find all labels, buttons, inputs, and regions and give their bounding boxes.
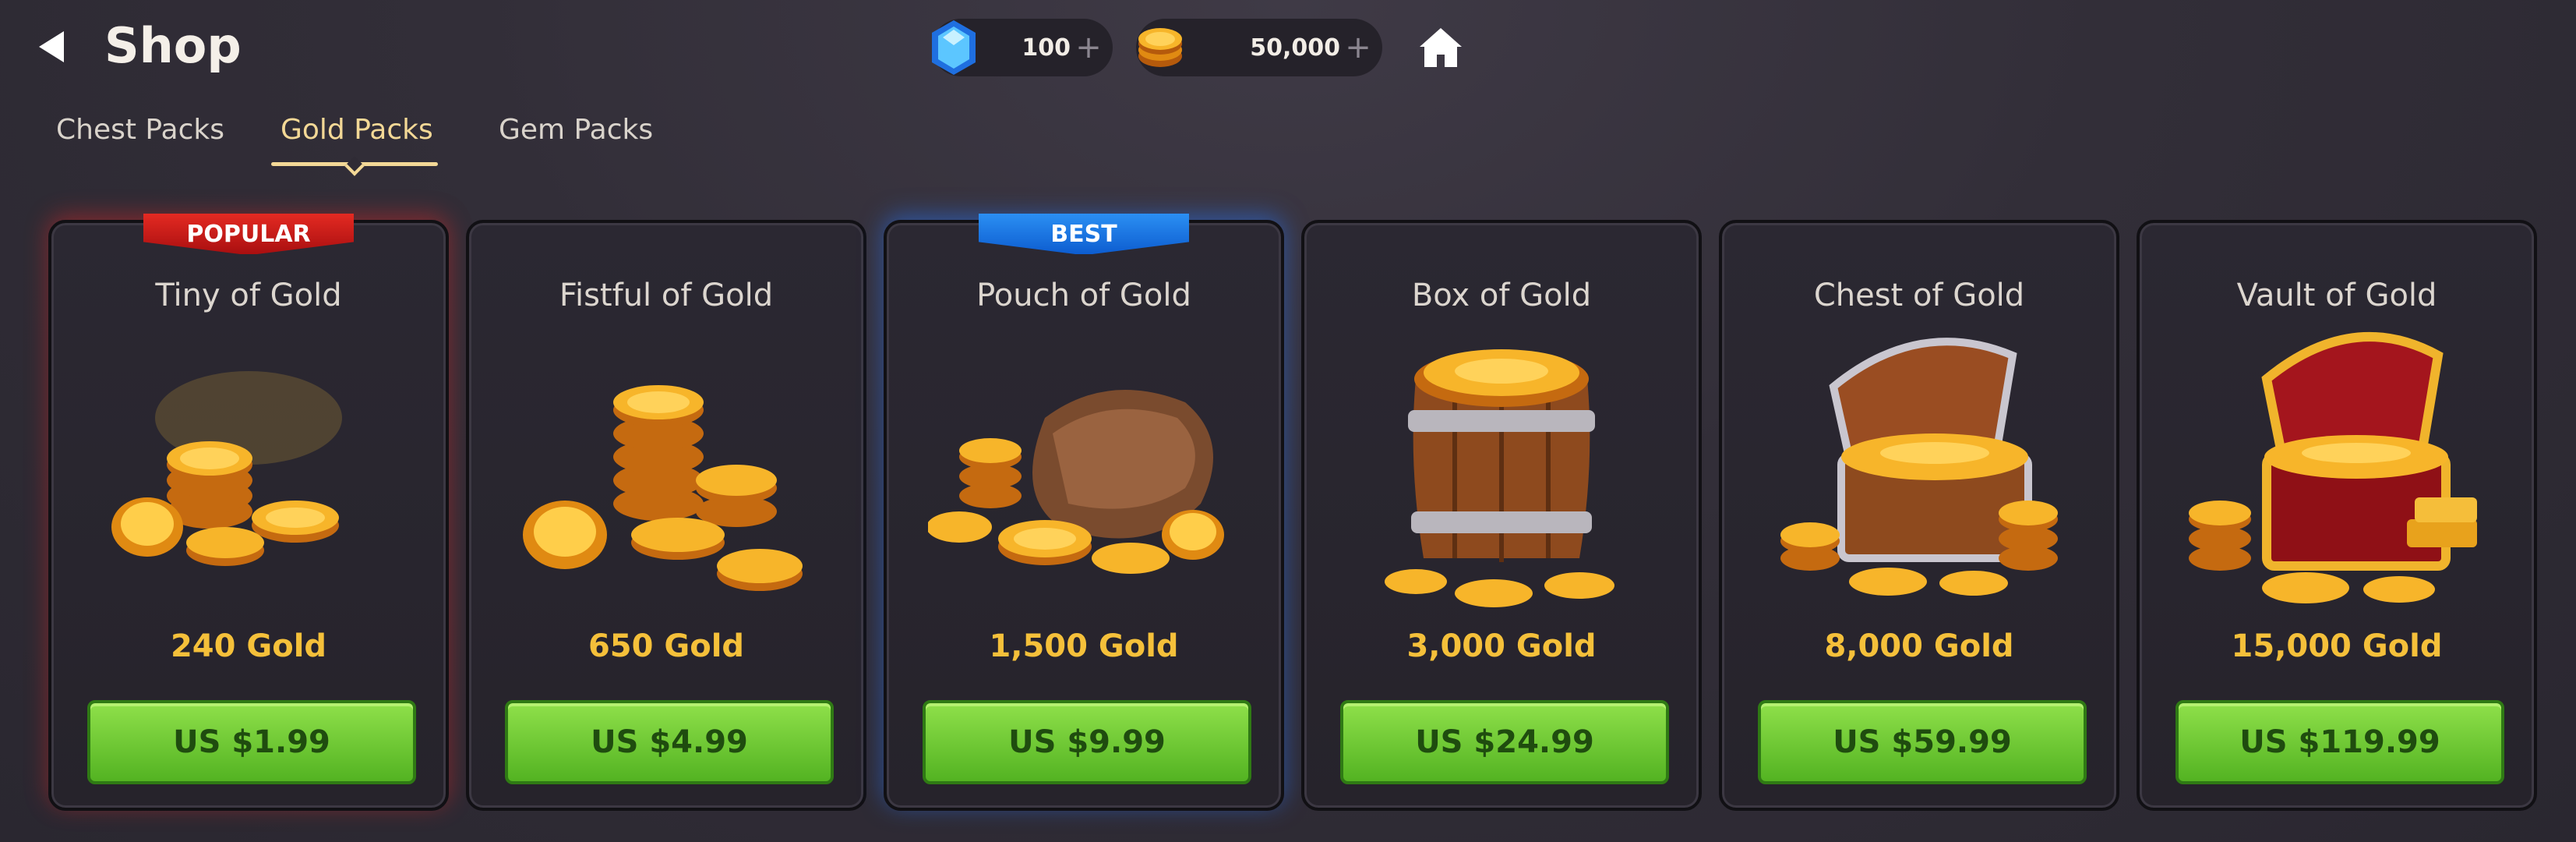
gold-pack-card[interactable]: Chest of Gold 8,000 Gold US $59.99: [1719, 220, 2119, 811]
add-gems-button[interactable]: +: [1071, 30, 1106, 65]
gold-amount: 3,000 Gold: [1406, 628, 1597, 664]
pack-name: Tiny of Gold: [155, 278, 342, 313]
gem-count: 100: [1022, 34, 1071, 62]
gold-counter: 50,000 +: [1136, 19, 1382, 76]
home-button[interactable]: [1415, 22, 1466, 73]
gold-pack-card[interactable]: POPULAR Tiny of Gold 240 Gold US $1.99: [48, 214, 449, 811]
gold-amount: 15,000 Gold: [2231, 628, 2443, 664]
gold-pack-card[interactable]: BEST Pouch of Gold 1,500 Gold US $9.99: [884, 214, 1284, 811]
buy-button[interactable]: US $4.99: [505, 700, 834, 784]
gem-counter: 100 +: [932, 19, 1113, 76]
coin-stacks-icon: [523, 385, 803, 591]
buy-button[interactable]: US $1.99: [87, 700, 416, 784]
gem-icon: [932, 20, 976, 75]
buy-button[interactable]: US $59.99: [1758, 700, 2087, 784]
pack-name: Fistful of Gold: [559, 278, 774, 313]
buy-button[interactable]: US $24.99: [1340, 700, 1669, 784]
gold-amount: 1,500 Gold: [989, 628, 1179, 664]
small-coin-stack-icon: [111, 371, 342, 566]
gold-barrel-icon: [1385, 349, 1614, 607]
gold-vault-chest-icon: [2189, 332, 2477, 603]
buy-button[interactable]: US $119.99: [2175, 700, 2504, 784]
gold-coin-icon: [1138, 28, 1182, 67]
pack-name: Pouch of Gold: [976, 278, 1191, 313]
back-button[interactable]: [28, 23, 75, 70]
gold-amount: 8,000 Gold: [1824, 628, 2014, 664]
add-gold-button[interactable]: +: [1340, 30, 1376, 65]
gold-count: 50,000: [1250, 34, 1340, 62]
gold-pack-card[interactable]: Vault of Gold 15,000 Gold US $119.99: [2137, 220, 2537, 811]
top-bar: Shop 100 + 50,000 +: [0, 0, 2576, 101]
pack-name: Vault of Gold: [2236, 278, 2437, 313]
tab-gem-packs[interactable]: Gem Packs: [499, 114, 653, 146]
popular-badge: POPULAR: [143, 214, 354, 254]
gold-pack-card[interactable]: Fistful of Gold 650 Gold US $4.99: [466, 220, 866, 811]
active-tab-caret-icon: [344, 156, 365, 176]
pack-name: Box of Gold: [1411, 278, 1592, 313]
gold-pack-card[interactable]: Box of Gold 3,000 Gold US $24.99: [1301, 220, 1702, 811]
gold-amount: 650 Gold: [588, 628, 745, 664]
coin-pouch-icon: [928, 390, 1224, 574]
back-arrow-icon: [39, 31, 64, 62]
page-title: Shop: [104, 17, 242, 74]
gold-chest-icon: [1780, 338, 2058, 596]
home-icon: [1420, 28, 1462, 67]
pack-name: Chest of Gold: [1813, 278, 2025, 313]
tab-chest-packs[interactable]: Chest Packs: [56, 114, 224, 146]
buy-button[interactable]: US $9.99: [923, 700, 1251, 784]
tab-gold-packs[interactable]: Gold Packs: [281, 114, 433, 146]
best-badge: BEST: [979, 214, 1189, 254]
gold-amount: 240 Gold: [170, 628, 327, 664]
